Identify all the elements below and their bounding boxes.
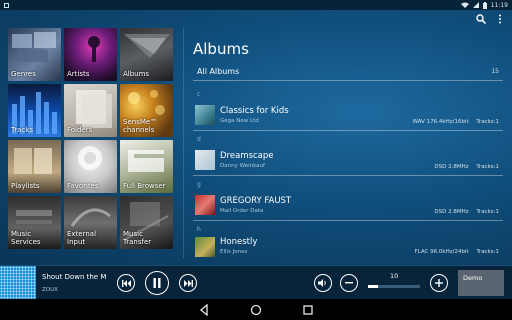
album-title: Classics for Kids bbox=[220, 106, 289, 116]
panel-divider bbox=[183, 28, 184, 258]
output-device-button[interactable]: Demo bbox=[458, 270, 504, 296]
tile-label: Genres bbox=[11, 70, 36, 78]
all-albums-label: All Albums bbox=[197, 67, 240, 76]
tile-full-browser[interactable]: Full Browser bbox=[120, 140, 173, 193]
tile-label: Tracks bbox=[11, 126, 33, 134]
album-format: WAV 176.4kHz/16bit bbox=[412, 119, 469, 125]
back-icon[interactable] bbox=[198, 304, 210, 316]
search-icon[interactable] bbox=[476, 14, 486, 24]
home-icon[interactable] bbox=[250, 304, 262, 316]
status-time: 11:19 bbox=[490, 1, 508, 9]
tile-label: Artists bbox=[67, 70, 90, 78]
tile-sensme[interactable]: SensMe™ channels bbox=[120, 84, 173, 137]
status-bar: 11:19 bbox=[0, 0, 512, 10]
tile-label: SensMe™ channels bbox=[123, 118, 158, 134]
album-tracks: Tracks:1 bbox=[476, 119, 499, 125]
section-header: g bbox=[197, 181, 201, 188]
album-art bbox=[195, 105, 215, 125]
album-row[interactable]: Dreamscape Danny Weinkauf DSD 2.8MHz Tra… bbox=[193, 145, 503, 176]
album-format: DSD 2.8MHz bbox=[434, 164, 469, 170]
next-button[interactable] bbox=[179, 274, 197, 292]
speaker-icon bbox=[318, 279, 326, 287]
section-header: d bbox=[197, 136, 201, 143]
pause-button[interactable] bbox=[145, 271, 169, 295]
system-nav-bar bbox=[0, 299, 512, 320]
album-format: FLAC 96.0kHz/24bit bbox=[414, 249, 469, 255]
album-row[interactable]: GREGORY FAUST Mail Order Data DSD 2.8MHz… bbox=[193, 190, 503, 221]
status-bar-right: 11:19 bbox=[460, 1, 508, 9]
tile-tracks[interactable]: Tracks bbox=[8, 84, 61, 137]
header-actions bbox=[476, 14, 502, 24]
album-tracks: Tracks:1 bbox=[476, 249, 499, 255]
section-header: c bbox=[197, 91, 201, 98]
album-art bbox=[195, 195, 215, 215]
previous-button[interactable] bbox=[117, 274, 135, 292]
volume-slider[interactable] bbox=[368, 285, 420, 288]
minus-icon bbox=[345, 282, 353, 284]
tile-label: Music Transfer bbox=[123, 230, 152, 246]
signal-icon bbox=[472, 2, 479, 8]
tile-artists[interactable]: Artists bbox=[64, 28, 117, 81]
tile-label: Music Services bbox=[11, 230, 41, 246]
album-art bbox=[195, 237, 215, 257]
album-meta: DSD 2.8MHz Tracks:1 bbox=[428, 164, 499, 170]
tile-genres[interactable]: Genres bbox=[8, 28, 61, 81]
album-title: Dreamscape bbox=[220, 151, 274, 161]
wifi-icon bbox=[460, 2, 469, 8]
page-title: Albums bbox=[193, 40, 249, 58]
album-row[interactable]: Honestly Ellis Jones FLAC 96.0kHz/24bit … bbox=[193, 235, 503, 257]
album-title: GREGORY FAUST bbox=[220, 196, 292, 206]
album-tracks: Tracks:1 bbox=[476, 164, 499, 170]
tile-label: Folders bbox=[67, 126, 93, 134]
album-meta: WAV 176.4kHz/16bit Tracks:1 bbox=[407, 119, 499, 125]
section-header: h bbox=[197, 226, 201, 233]
tile-music-transfer[interactable]: Music Transfer bbox=[120, 196, 173, 249]
volume-up-button[interactable] bbox=[430, 274, 448, 292]
album-format: DSD 2.8MHz bbox=[434, 209, 469, 215]
album-title: Honestly bbox=[220, 237, 258, 247]
album-tracks: Tracks:1 bbox=[476, 209, 499, 215]
volume-down-button[interactable] bbox=[340, 274, 358, 292]
tile-label: Playlists bbox=[11, 182, 40, 190]
mute-button[interactable] bbox=[314, 274, 332, 292]
plus-icon bbox=[435, 279, 443, 287]
previous-icon bbox=[121, 279, 131, 287]
tile-albums[interactable]: Albums bbox=[120, 28, 173, 81]
tile-playlists[interactable]: Playlists bbox=[8, 140, 61, 193]
pause-icon bbox=[153, 278, 161, 288]
next-icon bbox=[183, 279, 193, 287]
player-bar: Shout Down the Moon ZOUX 10 bbox=[0, 265, 512, 300]
notification-icon bbox=[4, 2, 9, 8]
tile-external-input[interactable]: External Input bbox=[64, 196, 117, 249]
status-bar-left bbox=[4, 2, 9, 8]
overflow-menu-icon[interactable] bbox=[498, 14, 502, 24]
tile-label: Albums bbox=[123, 70, 150, 78]
volume-level: 10 bbox=[390, 272, 399, 280]
album-meta: DSD 2.8MHz Tracks:1 bbox=[428, 209, 499, 215]
tile-music-services[interactable]: Music Services bbox=[8, 196, 61, 249]
category-tiles: Genres Artists Albums Tracks Folders Sen… bbox=[8, 28, 174, 254]
volume-slider-fill bbox=[368, 285, 379, 288]
now-playing-art[interactable] bbox=[0, 266, 36, 300]
album-meta: FLAC 96.0kHz/24bit Tracks:1 bbox=[409, 249, 499, 255]
tile-label: Full Browser bbox=[123, 182, 166, 190]
album-art bbox=[195, 150, 215, 170]
tile-label: Favorites bbox=[67, 182, 99, 190]
now-playing-artist: ZOUX bbox=[42, 287, 58, 293]
album-list: c Classics for Kids Gega New Ltd WAV 176… bbox=[193, 90, 503, 261]
album-row[interactable]: Classics for Kids Gega New Ltd WAV 176.4… bbox=[193, 100, 503, 131]
battery-icon bbox=[482, 1, 487, 9]
now-playing-title[interactable]: Shout Down the Moon bbox=[42, 273, 106, 281]
tile-favorites[interactable]: Favorites bbox=[64, 140, 117, 193]
tile-label: External Input bbox=[67, 230, 97, 246]
all-albums-row[interactable]: All Albums 15 bbox=[193, 63, 503, 81]
tile-folders[interactable]: Folders bbox=[64, 84, 117, 137]
recents-icon[interactable] bbox=[302, 304, 314, 316]
all-albums-count: 15 bbox=[491, 68, 499, 75]
